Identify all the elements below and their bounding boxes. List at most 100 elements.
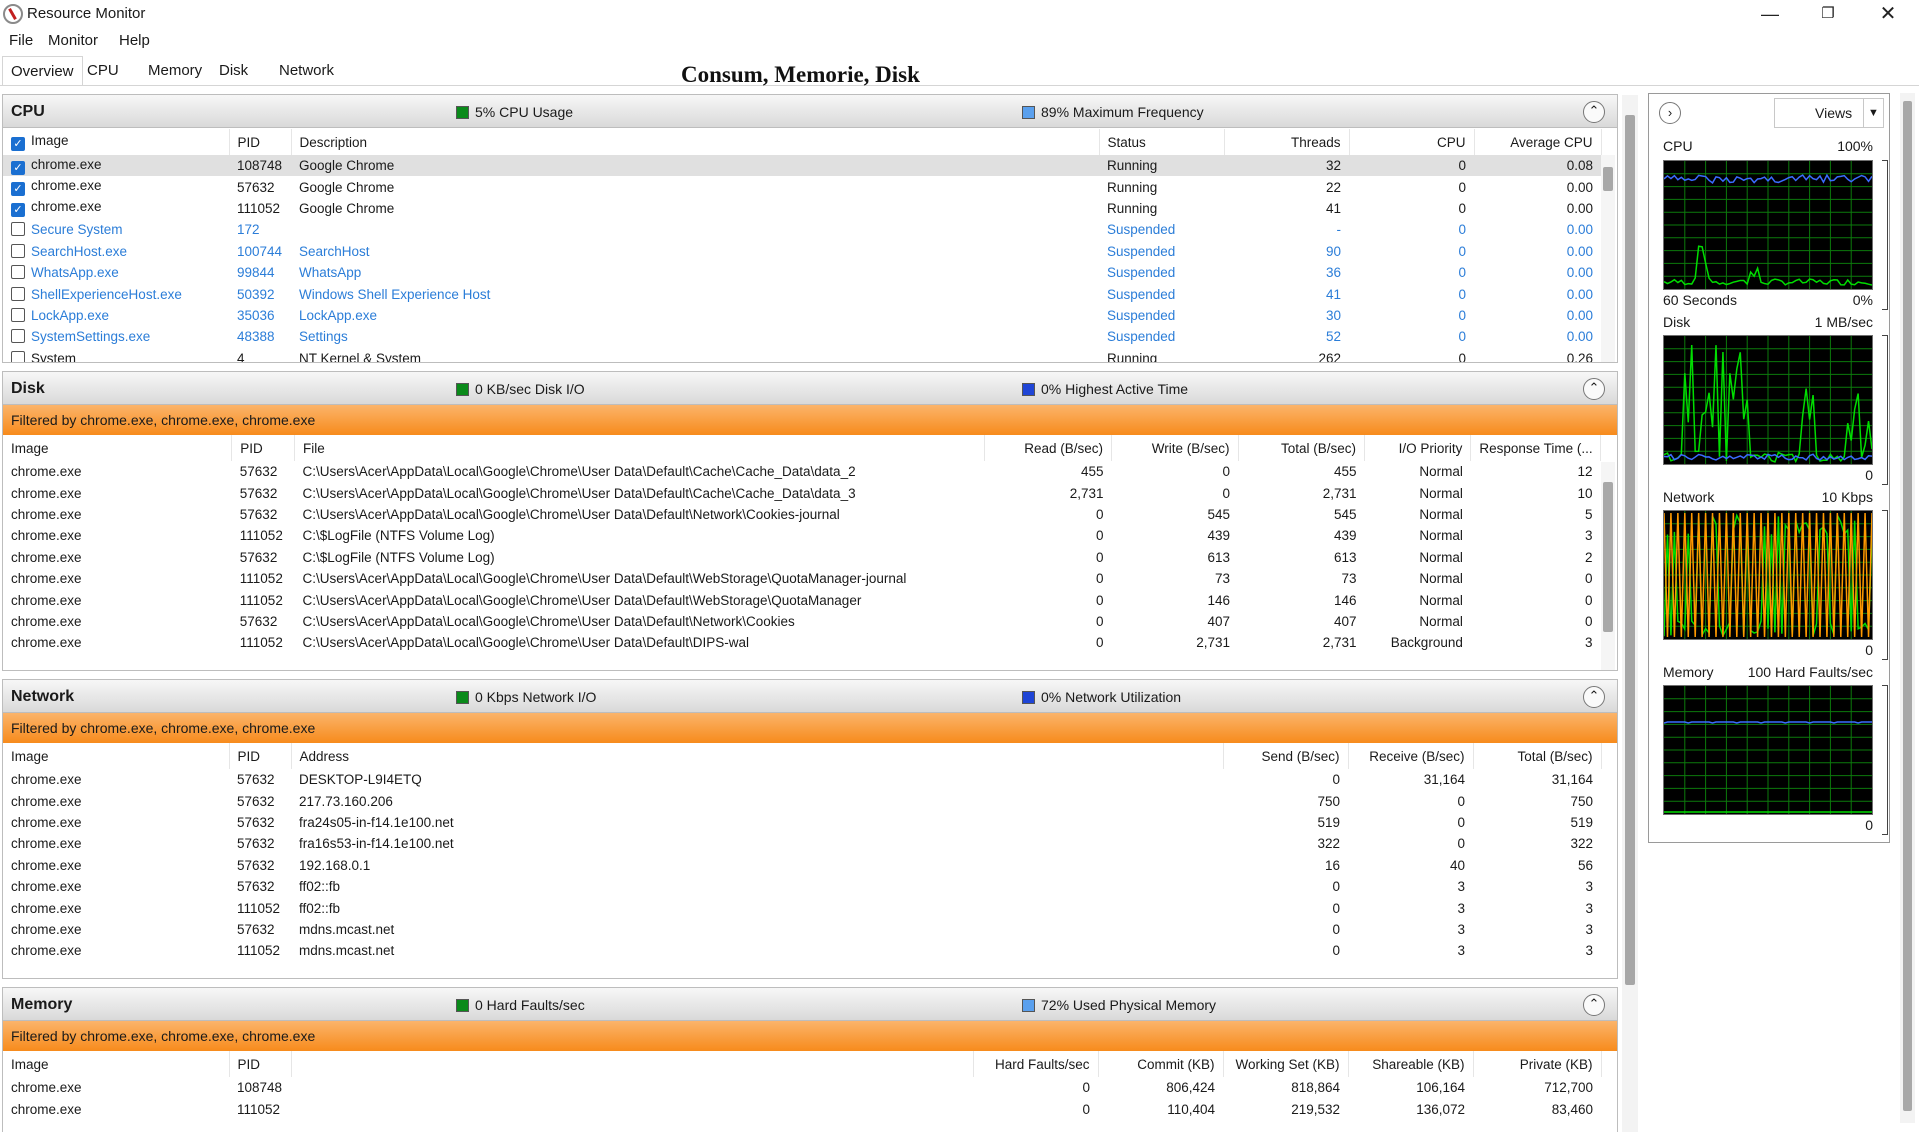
cpu-column-header[interactable]: CPU	[1349, 129, 1475, 155]
disk-section-header[interactable]: Disk 0 KB/sec Disk I/O 0% Highest Active…	[3, 372, 1617, 405]
minimize-button[interactable]: —	[1742, 0, 1798, 30]
disk-scroll-thumb[interactable]	[1603, 482, 1613, 632]
disk-table-row[interactable]: chrome.exe 57632 C:\Users\Acer\AppData\Loc…	[3, 461, 1601, 482]
tab-memory[interactable]: Memory	[140, 56, 210, 86]
network-column-header[interactable]: Receive (B/sec)	[1348, 743, 1474, 769]
disk-table-row[interactable]: chrome.exe 57632 C:\$LogFile (NTFS Volume …	[3, 547, 1601, 568]
tab-overview[interactable]: Overview	[2, 56, 83, 86]
collapse-disk-button[interactable]: ⌃	[1583, 378, 1605, 400]
memory-table-row[interactable]: chrome.exe 108748 0 806,424 818,864 106,164 71…	[3, 1077, 1601, 1098]
row-checkbox[interactable]: ✓	[11, 182, 25, 197]
memory-column-header[interactable]: Hard Faults/sec	[973, 1051, 1099, 1077]
disk-table-row[interactable]: chrome.exe 111052 C:\Users\Acer\AppData\Lo…	[3, 632, 1601, 653]
disk-column-header[interactable]: I/O Priority	[1364, 435, 1472, 461]
network-table-row[interactable]: chrome.exe 57632 fra16s53-in-f14.1e100.net…	[3, 833, 1601, 854]
cpu-scroll-thumb[interactable]	[1603, 167, 1613, 191]
disk-column-header[interactable]: File	[294, 435, 986, 461]
views-dropdown-icon[interactable]: ▼	[1863, 99, 1883, 127]
disk-table-row[interactable]: chrome.exe 111052 C:\Users\Acer\AppData\Lo…	[3, 589, 1601, 610]
network-table-row[interactable]: chrome.exe 57632 mdns.mcast.net 0 3 3	[3, 919, 1601, 940]
row-checkbox[interactable]: ✓	[11, 203, 25, 218]
disk-column-header[interactable]: Write (B/sec)	[1111, 435, 1239, 461]
menu-help[interactable]: Help	[119, 32, 150, 49]
network-column-header[interactable]: Image	[3, 743, 230, 769]
row-checkbox[interactable]: ✓	[11, 160, 25, 175]
collapse-cpu-button[interactable]: ⌃	[1583, 101, 1605, 123]
cpu-table-row[interactable]: WhatsApp.exe 99844 WhatsApp Suspended 36 0 0.0…	[3, 262, 1601, 283]
disk-column-header[interactable]: Response Time (...	[1470, 435, 1601, 461]
row-checkbox[interactable]	[11, 265, 25, 280]
memory-column-header[interactable]: PID	[229, 1051, 292, 1077]
disk-table-row[interactable]: chrome.exe 111052 C:\Users\Acer\AppData\Lo…	[3, 568, 1601, 589]
row-checkbox[interactable]	[11, 329, 25, 344]
disk-table-row[interactable]: chrome.exe 57632 C:\Users\Acer\AppData\Loc…	[3, 482, 1601, 503]
network-section-header[interactable]: Network 0 Kbps Network I/O 0% Network Ut…	[3, 680, 1617, 713]
cpu-table-row[interactable]: System 4 NT Kernel & System Running 262 0 0.26	[3, 348, 1601, 362]
panel-scrollbar-thumb[interactable]	[1903, 101, 1912, 1111]
cpu-cpu-value: 0	[1458, 200, 1466, 216]
memory-column-header[interactable]: Image	[3, 1051, 230, 1077]
tab-network[interactable]: Network	[271, 56, 342, 86]
network-table-row[interactable]: chrome.exe 57632 192.168.0.1 16 40 56	[3, 855, 1601, 876]
collapse-memory-button[interactable]: ⌃	[1583, 994, 1605, 1016]
cpu-table-row[interactable]: ✓ chrome.exe 111052 Google Chrome Running 41 0…	[3, 198, 1601, 219]
cpu-table-row[interactable]: ShellExperienceHost.exe 50392 Windows Shel…	[3, 283, 1601, 304]
cpu-table-scrollbar[interactable]	[1601, 155, 1615, 362]
disk-column-header[interactable]: Read (B/sec)	[984, 435, 1112, 461]
tab-cpu[interactable]: CPU	[79, 56, 127, 86]
menu-monitor[interactable]: Monitor	[48, 32, 98, 49]
cpu-column-header[interactable]: ✓ Image	[3, 129, 230, 155]
memory-column-header[interactable]: Shareable (KB)	[1348, 1051, 1474, 1077]
network-table-row[interactable]: chrome.exe 111052 ff02::fb 0 3 3	[3, 897, 1601, 918]
menu-file[interactable]: File	[9, 32, 33, 49]
disk-column-header[interactable]: PID	[231, 435, 296, 461]
network-table-row[interactable]: chrome.exe 57632 fra24s05-in-f14.1e100.net…	[3, 812, 1601, 833]
restore-button[interactable]: ❐	[1800, 0, 1856, 30]
cpu-section-header[interactable]: CPU 5% CPU Usage 89% Maximum Frequency ⌃	[3, 95, 1617, 128]
row-checkbox[interactable]	[11, 350, 25, 362]
row-checkbox[interactable]	[11, 222, 25, 237]
main-scrollbar[interactable]	[1622, 95, 1638, 1132]
network-column-header[interactable]: Address	[291, 743, 1224, 769]
row-checkbox[interactable]	[11, 286, 25, 301]
network-table-row[interactable]: chrome.exe 57632 217.73.160.206 750 0 750	[3, 790, 1601, 811]
memory-table-row[interactable]: chrome.exe 111052 0 110,404 219,532 136,072 83…	[3, 1098, 1601, 1119]
select-all-checkbox[interactable]: ✓	[11, 137, 25, 151]
network-column-header[interactable]: PID	[229, 743, 292, 769]
cpu-column-header[interactable]: Threads	[1224, 129, 1350, 155]
memory-section-header[interactable]: Memory 0 Hard Faults/sec 72% Used Physic…	[3, 988, 1617, 1021]
row-checkbox[interactable]	[11, 307, 25, 322]
cpu-column-header[interactable]: Description	[291, 129, 1100, 155]
memory-column-header[interactable]: Commit (KB)	[1098, 1051, 1224, 1077]
network-table-row[interactable]: chrome.exe 57632 ff02::fb 0 3 3	[3, 876, 1601, 897]
close-button[interactable]: ✕	[1860, 0, 1916, 30]
disk-table-row[interactable]: chrome.exe 57632 C:\Users\Acer\AppData\Loc…	[3, 504, 1601, 525]
cpu-column-header[interactable]: Status	[1099, 129, 1225, 155]
cpu-table-row[interactable]: LockApp.exe 35036 LockApp.exe Suspended 30 0 0…	[3, 305, 1601, 326]
main-scrollbar-thumb[interactable]	[1625, 115, 1635, 985]
cpu-table-row[interactable]: Secure System 172 Suspended - 0 0.00	[3, 219, 1601, 240]
views-button[interactable]: Views ▼	[1774, 98, 1884, 128]
cpu-table-row[interactable]: SearchHost.exe 100744 SearchHost Suspended 9…	[3, 241, 1601, 262]
disk-column-header[interactable]: Image	[3, 435, 233, 461]
cpu-table-row[interactable]: SystemSettings.exe 48388 Settings Suspended…	[3, 326, 1601, 347]
network-table-row[interactable]: chrome.exe 57632 DESKTOP-L9I4ETQ 0 31,164 31,…	[3, 769, 1601, 790]
network-column-header[interactable]: Send (B/sec)	[1223, 743, 1349, 769]
cpu-column-header[interactable]: Average CPU	[1474, 129, 1602, 155]
collapse-network-button[interactable]: ⌃	[1583, 686, 1605, 708]
memory-column-header[interactable]: Working Set (KB)	[1223, 1051, 1349, 1077]
cpu-table-row[interactable]: ✓ chrome.exe 57632 Google Chrome Running 22 0 0…	[3, 176, 1601, 197]
disk-column-header[interactable]: Total (B/sec)	[1238, 435, 1366, 461]
tab-disk[interactable]: Disk	[211, 56, 256, 86]
network-column-header[interactable]: Total (B/sec)	[1473, 743, 1602, 769]
collapse-panel-icon[interactable]: ›	[1659, 102, 1681, 124]
disk-table-row[interactable]: chrome.exe 111052 C:\$LogFile (NTFS Volume…	[3, 525, 1601, 546]
cpu-table-row[interactable]: ✓ chrome.exe 108748 Google Chrome Running 32 0…	[3, 155, 1601, 177]
network-table-row[interactable]: chrome.exe 111052 mdns.mcast.net 0 3 3	[3, 940, 1601, 961]
disk-table-scrollbar[interactable]	[1601, 462, 1615, 670]
panel-scrollbar[interactable]	[1900, 93, 1915, 1123]
memory-column-header[interactable]: Private (KB)	[1473, 1051, 1602, 1077]
disk-table-row[interactable]: chrome.exe 57632 C:\Users\Acer\AppData\Loc…	[3, 611, 1601, 632]
row-checkbox[interactable]	[11, 243, 25, 258]
cpu-column-header[interactable]: PID	[229, 129, 292, 155]
